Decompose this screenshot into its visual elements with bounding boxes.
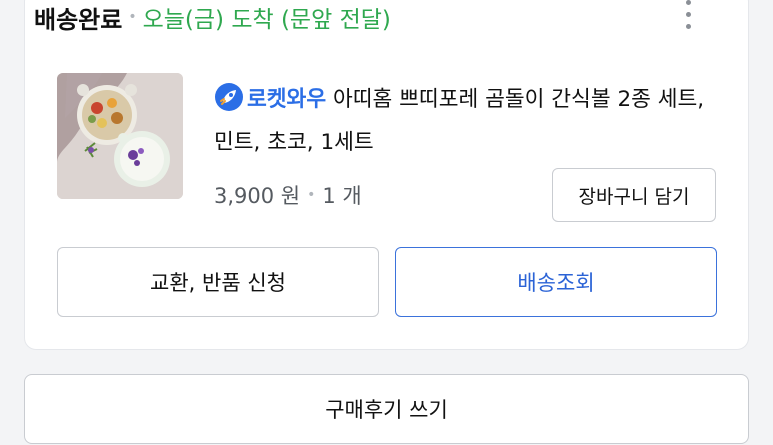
product-thumbnail[interactable] <box>57 73 183 199</box>
rocket-icon <box>215 83 243 111</box>
delivery-status-row: 배송완료 • 오늘(금) 도착 (문앞 전달) <box>34 0 391 34</box>
price-quantity: 3,900 원 • 1 개 <box>214 180 362 210</box>
separator-dot: • <box>128 9 137 25</box>
write-review-button[interactable]: 구매후기 쓰기 <box>24 374 749 444</box>
rocket-wow-badge: 로켓와우 <box>247 87 327 112</box>
track-delivery-button[interactable]: 배송조회 <box>395 247 717 317</box>
exchange-return-button[interactable]: 교환, 반품 신청 <box>57 247 379 317</box>
add-to-cart-button[interactable]: 장바구니 담기 <box>552 168 716 222</box>
separator-dot: • <box>307 187 316 203</box>
product-title[interactable]: 로켓와우 아띠홈 쁘띠포레 곰돌이 간식볼 2종 세트, 민트, 초코, 1세트 <box>214 78 724 164</box>
delivery-status: 배송완료 <box>34 5 123 34</box>
more-options-icon[interactable] <box>679 0 697 30</box>
product-quantity: 1 개 <box>322 184 362 208</box>
delivery-arrival-note: 오늘(금) 도착 (문앞 전달) <box>142 7 391 33</box>
product-price: 3,900 원 <box>214 184 301 208</box>
